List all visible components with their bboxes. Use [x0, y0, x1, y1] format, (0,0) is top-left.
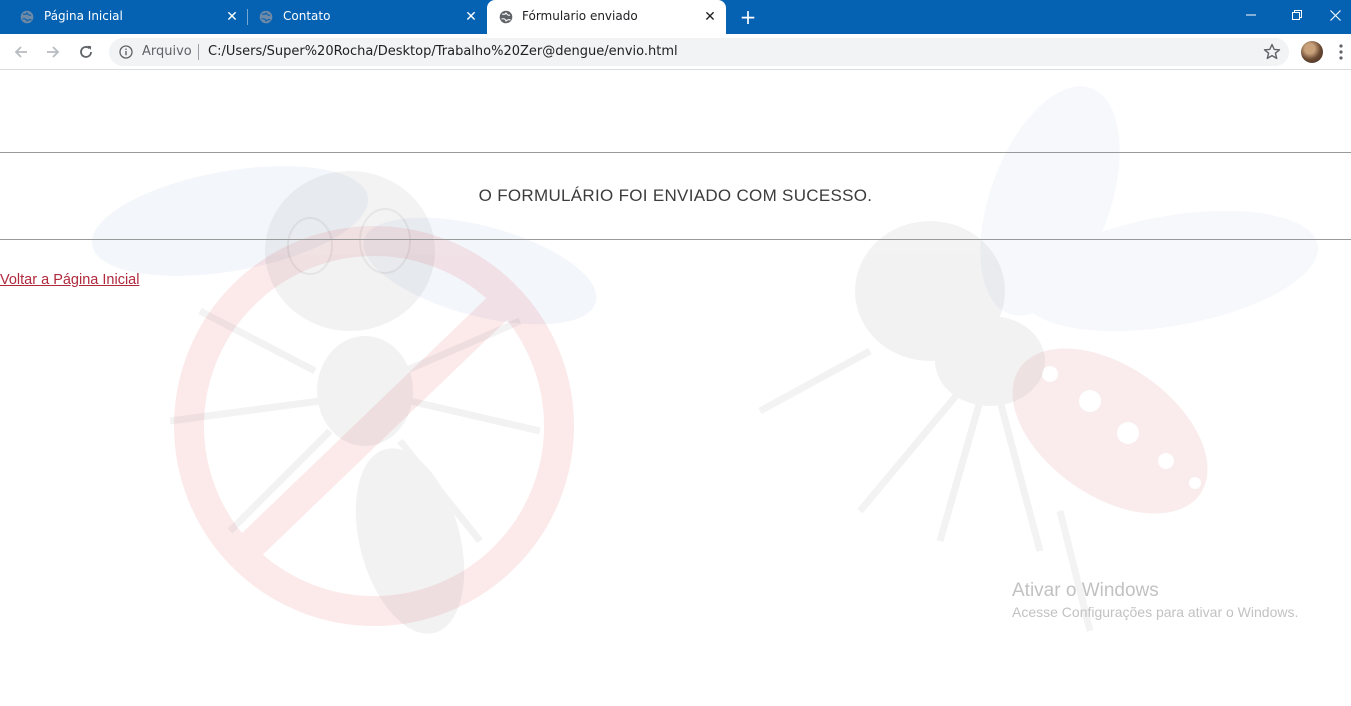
arrow-right-icon: [47, 46, 60, 58]
reload-icon: [80, 45, 92, 58]
close-icon[interactable]: ✕: [702, 9, 718, 25]
restore-icon: [1292, 10, 1302, 20]
globe-icon: [259, 10, 273, 24]
tab-title: Contato: [283, 9, 331, 23]
tab-title: Página Inicial: [44, 9, 123, 23]
arrow-left-icon: [14, 46, 27, 58]
divider-bottom: [0, 239, 1351, 240]
activation-subtitle: Acesse Configurações para ativar o Windo…: [1012, 604, 1299, 620]
close-window-button[interactable]: [1320, 0, 1351, 30]
divider-top: [0, 152, 1351, 153]
reload-button[interactable]: [74, 40, 98, 64]
globe-icon: [20, 10, 34, 24]
close-icon[interactable]: ✕: [463, 9, 479, 25]
divider: [198, 44, 199, 60]
url-text[interactable]: C:/Users/Super%20Rocha/Desktop/Trabalho%…: [208, 44, 678, 59]
tab-title: Fórmulario enviado: [522, 9, 638, 23]
activation-title: Ativar o Windows: [1012, 580, 1159, 601]
globe-icon: [499, 10, 513, 24]
back-button[interactable]: [9, 40, 33, 64]
close-icon: [1330, 9, 1341, 21]
info-icon[interactable]: [119, 45, 133, 59]
tab-pagina-inicial[interactable]: Página Inicial ✕: [0, 0, 247, 34]
tab-strip: Página Inicial ✕ Contato ✕ Fórmulario en…: [0, 0, 1351, 34]
new-tab-button[interactable]: +: [737, 6, 759, 28]
minimize-icon: [1246, 14, 1256, 16]
tab-contato[interactable]: Contato ✕: [248, 0, 486, 34]
avatar[interactable]: [1301, 41, 1323, 63]
minimize-button[interactable]: [1228, 0, 1274, 30]
address-bar[interactable]: Arquivo C:/Users/Super%20Rocha/Desktop/T…: [109, 38, 1289, 66]
restore-button[interactable]: [1274, 0, 1320, 30]
back-to-home-link[interactable]: Voltar a Página Inicial: [0, 272, 139, 288]
star-icon[interactable]: [1262, 42, 1282, 62]
browser-toolbar: Arquivo C:/Users/Super%20Rocha/Desktop/T…: [0, 34, 1351, 70]
more-vert-icon[interactable]: [1336, 42, 1346, 62]
windows-activation-watermark: Ativar o Windows Acesse Configurações pa…: [1012, 580, 1298, 620]
success-message: O FORMULÁRIO FOI ENVIADO COM SUCESSO.: [478, 186, 873, 205]
close-icon[interactable]: ✕: [224, 9, 240, 25]
forward-button[interactable]: [41, 40, 65, 64]
tab-formulario-enviado[interactable]: Fórmulario enviado ✕: [487, 0, 726, 34]
scheme-label: Arquivo: [142, 44, 192, 59]
